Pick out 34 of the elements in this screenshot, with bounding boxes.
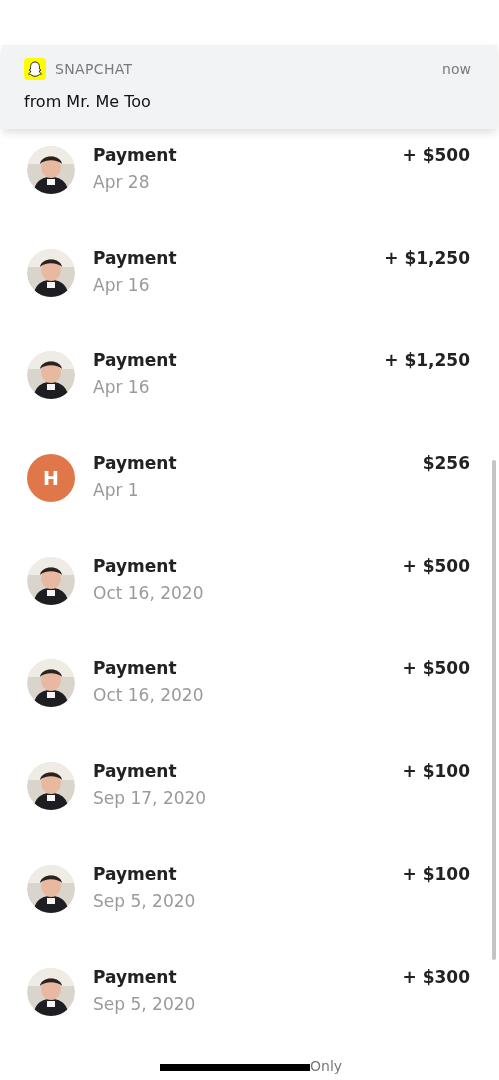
transaction-amount: + $500: [402, 554, 470, 578]
transaction-title: Payment: [93, 657, 178, 681]
transaction-amount: + $1,250: [384, 349, 470, 373]
transaction-date: Apr 16: [93, 376, 151, 400]
transaction-amount: + $500: [402, 657, 470, 681]
transaction-title: Payment: [93, 349, 177, 373]
transaction-title: Payment: [93, 144, 177, 167]
transaction-title: Payment: [93, 452, 177, 476]
transaction-date: Sep 5, 2020: [93, 889, 196, 913]
transaction-amount: + $100: [402, 862, 470, 886]
avatar: H: [27, 454, 75, 503]
notification-card[interactable]: SNAPCHAT now from Mr. Me Too: [2, 45, 497, 129]
transaction-date: Apr 16: [93, 273, 151, 297]
ghost-icon: [24, 58, 46, 80]
transaction-amount: + $1,250: [384, 246, 470, 270]
transaction-amount: + $300: [402, 965, 470, 989]
app-name: SNAPCHAT: [55, 59, 133, 79]
transaction-amount: $256: [422, 452, 470, 476]
transaction-amount: + $500: [402, 144, 470, 167]
caption: Only: [310, 1058, 343, 1074]
transaction-title: Payment: [93, 760, 178, 784]
transaction-amount: + $100: [402, 760, 470, 784]
transaction-date: Sep 17, 2020: [93, 787, 207, 811]
transaction-date: Apr 28: [93, 171, 151, 194]
transaction-date: Sep 5, 2020: [93, 992, 196, 1016]
transaction-date: Oct 16, 2020: [93, 684, 204, 708]
transaction-title: Payment: [93, 246, 177, 270]
transaction-title: Payment: [93, 554, 178, 578]
transaction-title: Payment: [93, 862, 178, 886]
transaction-date: Apr 1: [93, 479, 140, 503]
transaction-title: Payment: [93, 965, 178, 989]
notification-time: now: [442, 59, 471, 79]
transaction-date: Oct 16, 2020: [93, 581, 204, 605]
notification-message: from Mr. Me Too: [24, 91, 152, 113]
